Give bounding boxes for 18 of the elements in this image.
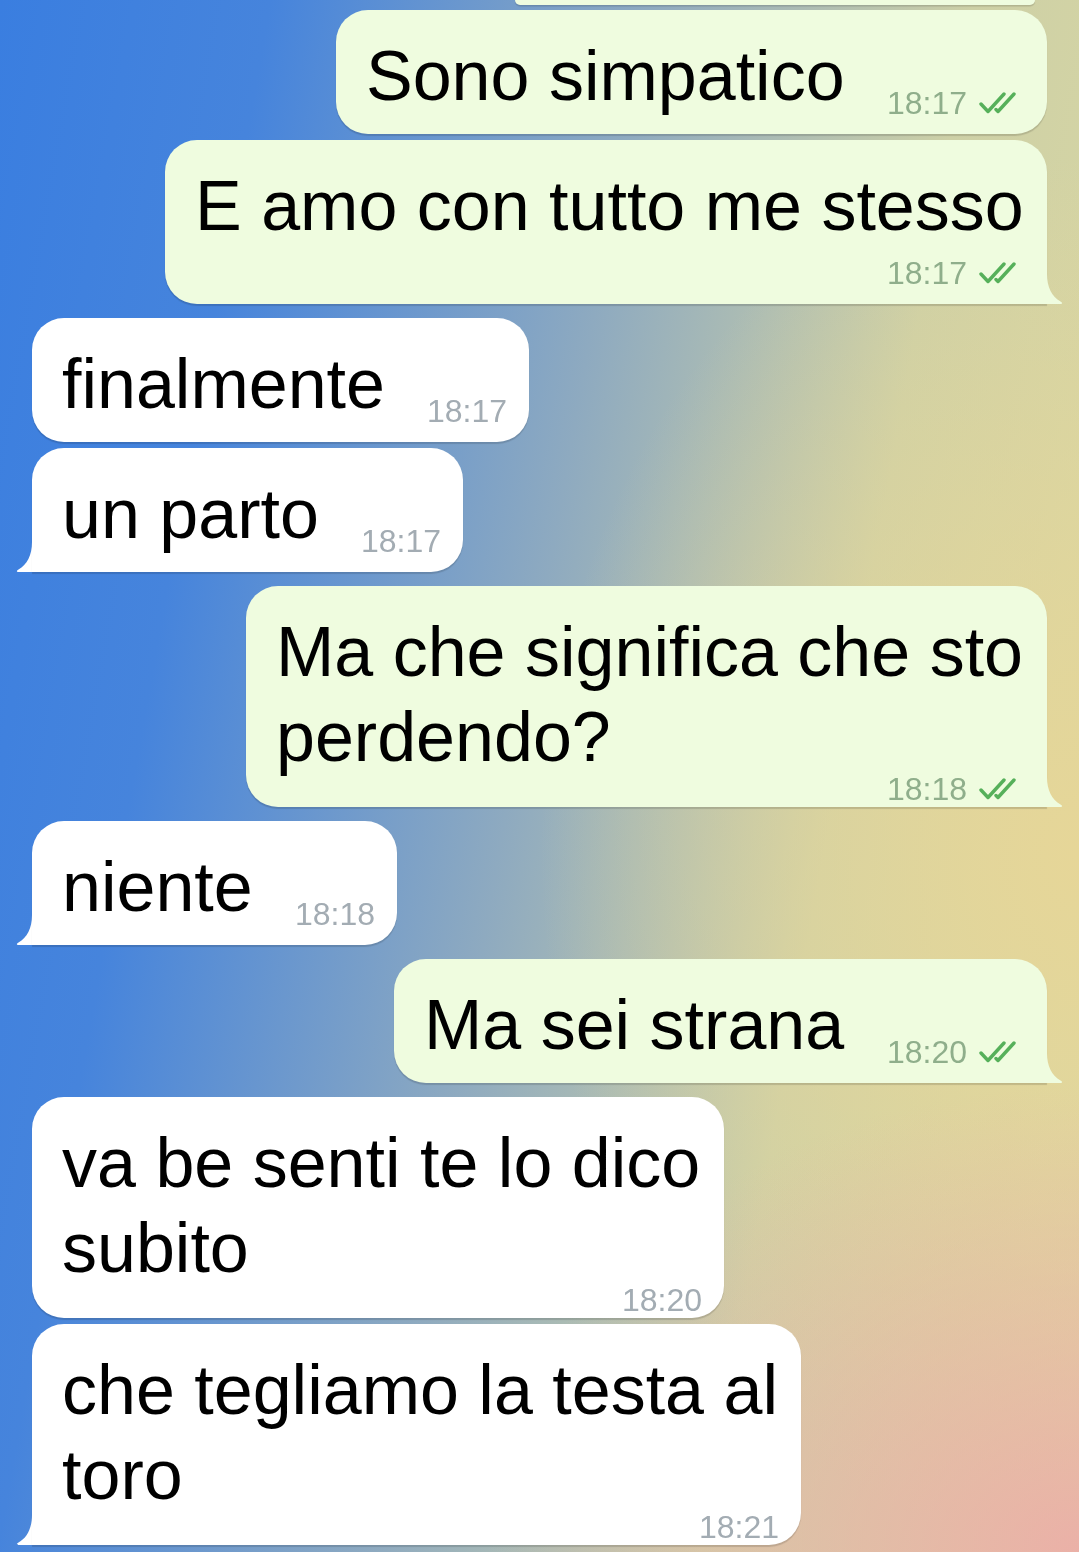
message-text: Ma sei strana bbox=[424, 986, 845, 1064]
message-time: 18:17 bbox=[886, 91, 967, 115]
message-text: Ma che significa che sto perdendo? bbox=[276, 613, 1024, 776]
message-text: un parto bbox=[62, 475, 319, 553]
message-time: 18:17 bbox=[360, 529, 441, 553]
message-text: Sono simpatico bbox=[366, 37, 845, 115]
message-time: 18:18 bbox=[886, 777, 967, 801]
message-text: va be senti te lo dico subito bbox=[62, 1124, 701, 1287]
message-time: 18:17 bbox=[426, 399, 507, 423]
message-time: 18:20 bbox=[621, 1288, 702, 1312]
message-time: 18:17 bbox=[886, 261, 967, 285]
message-time: 18:21 bbox=[698, 1515, 779, 1539]
message-text: niente bbox=[62, 848, 253, 926]
message-text: finalmente bbox=[62, 345, 385, 423]
message-text: che tegliamo la testa al toro bbox=[62, 1351, 778, 1514]
message-time: 18:18 bbox=[294, 902, 375, 926]
message-time: 18:20 bbox=[886, 1040, 967, 1064]
message-text: E amo con tutto me stesso bbox=[195, 167, 1024, 245]
